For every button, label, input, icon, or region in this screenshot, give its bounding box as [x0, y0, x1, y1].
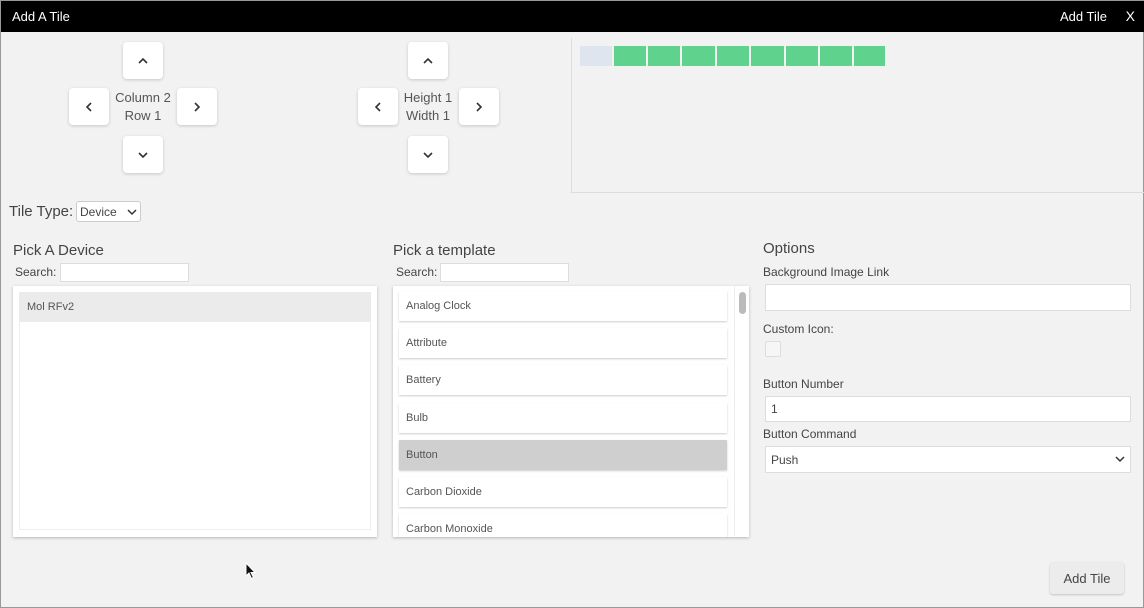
button-command-value: Push: [771, 453, 799, 467]
column-text: Column 2: [115, 90, 171, 105]
device-item-mol-rfv2[interactable]: Mol RFv2: [19, 292, 371, 322]
pick-template-title: Pick a template: [393, 242, 496, 259]
background-image-input[interactable]: [765, 284, 1131, 311]
chevron-right-icon: [476, 101, 483, 112]
width-text: Width 1: [405, 108, 451, 123]
template-item-bulb[interactable]: Bulb: [399, 403, 727, 433]
chevron-up-icon: [138, 57, 148, 64]
device-list-area: [19, 322, 371, 530]
template-item-button[interactable]: Button: [399, 440, 727, 470]
grid-cell-filled: [820, 46, 852, 66]
background-image-label: Background Image Link: [763, 265, 890, 279]
template-item-analog-clock[interactable]: Analog Clock: [399, 291, 727, 321]
move-up-button[interactable]: [123, 42, 163, 79]
decrease-height-button[interactable]: [408, 136, 448, 173]
button-command-select[interactable]: Push: [765, 446, 1131, 473]
dialog-title: Add A Tile: [12, 9, 70, 24]
grid-cell-filled: [786, 46, 818, 66]
chevron-right-icon: [194, 101, 201, 112]
grid-cell-filled: [648, 46, 680, 66]
tile-grid-preview: [571, 38, 1144, 193]
header-add-tile-button[interactable]: Add Tile: [1060, 9, 1107, 24]
options-title: Options: [763, 240, 815, 257]
move-down-button[interactable]: [123, 136, 163, 173]
tile-type-label: Tile Type:: [9, 203, 74, 220]
add-tile-dialog: Add A Tile Add Tile X Column 2 Row 1 Hei…: [0, 0, 1144, 608]
template-item-carbon-monoxide[interactable]: Carbon Monoxide: [399, 514, 727, 537]
chevron-down-icon: [1115, 456, 1125, 463]
grid-cell-filled: [717, 46, 749, 66]
chevron-down-icon: [138, 151, 148, 158]
mouse-cursor-icon: [245, 562, 257, 580]
template-item-battery[interactable]: Battery: [399, 365, 727, 395]
template-search-label: Search:: [396, 265, 438, 279]
custom-icon-checkbox[interactable]: [765, 341, 781, 357]
custom-icon-label: Custom Icon:: [763, 322, 834, 336]
position-readout: Column 2 Row 1: [109, 89, 177, 125]
template-scrollbar[interactable]: [734, 286, 749, 536]
title-bar: Add A Tile Add Tile X: [1, 1, 1144, 32]
increase-width-button[interactable]: [459, 88, 499, 125]
button-command-label: Button Command: [763, 427, 857, 441]
tile-type-select[interactable]: Device: [76, 201, 141, 222]
button-number-label: Button Number: [763, 377, 844, 391]
tile-type-value: Device: [80, 205, 117, 219]
pick-device-title: Pick A Device: [13, 242, 104, 259]
device-list: Mol RFv2: [13, 286, 377, 537]
move-right-button[interactable]: [177, 88, 217, 125]
chevron-left-icon: [85, 101, 92, 112]
button-number-input[interactable]: 1: [765, 396, 1131, 422]
increase-height-button[interactable]: [408, 42, 448, 79]
device-search-label: Search:: [15, 265, 57, 279]
close-button[interactable]: X: [1126, 8, 1135, 24]
scrollbar-thumb[interactable]: [739, 292, 746, 314]
grid-cell-filled: [854, 46, 885, 66]
move-left-button[interactable]: [69, 88, 109, 125]
height-text: Height 1: [403, 90, 453, 105]
template-list: Analog Clock Attribute Battery Bulb Butt…: [393, 286, 749, 537]
size-readout: Height 1 Width 1: [398, 89, 458, 125]
device-search-input[interactable]: [60, 263, 189, 282]
template-search-input[interactable]: [440, 263, 569, 282]
grid-cell-filled: [751, 46, 784, 66]
template-item-attribute[interactable]: Attribute: [399, 328, 727, 358]
row-text: Row 1: [124, 108, 162, 123]
grid-cell-filled: [682, 46, 715, 66]
chevron-up-icon: [423, 57, 433, 64]
grid-cell-filled: [614, 46, 646, 66]
grid-cell-empty: [580, 46, 612, 66]
add-tile-button[interactable]: Add Tile: [1050, 562, 1124, 594]
decrease-width-button[interactable]: [358, 88, 398, 125]
chevron-left-icon: [374, 101, 381, 112]
chevron-down-icon: [127, 209, 137, 216]
template-item-carbon-dioxide[interactable]: Carbon Dioxide: [399, 477, 727, 507]
chevron-down-icon: [423, 151, 433, 158]
